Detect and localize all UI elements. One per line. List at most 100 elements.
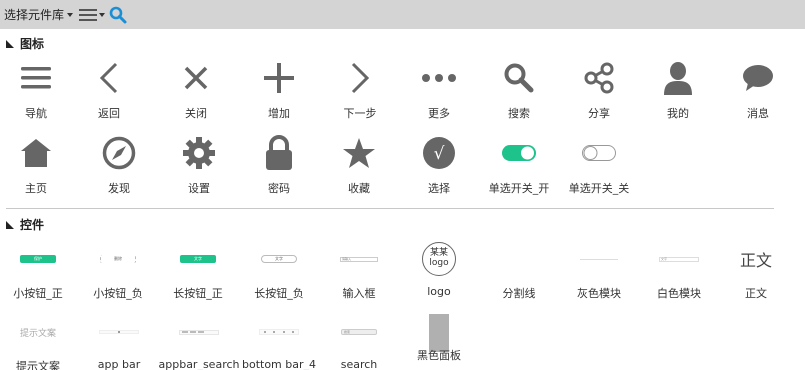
icons-section-title: 图标 bbox=[20, 37, 45, 51]
gear-icon bbox=[183, 137, 215, 169]
home-icon bbox=[21, 139, 51, 167]
library-select-label: 选择元件库 bbox=[4, 8, 65, 22]
user-icon bbox=[664, 62, 692, 95]
small-button-preview: 删除 bbox=[100, 255, 136, 263]
message-icon bbox=[743, 65, 773, 91]
control-gray-block[interactable]: 灰色模块 bbox=[559, 241, 639, 301]
control-label: 白色模块 bbox=[657, 287, 701, 300]
control-app-bar[interactable]: app bar bbox=[79, 314, 159, 370]
icon-label: 密码 bbox=[268, 182, 290, 195]
collapse-triangle-icon bbox=[6, 39, 14, 48]
close-icon bbox=[184, 66, 208, 90]
control-label: search bbox=[340, 358, 378, 370]
icon-search[interactable]: 搜索 bbox=[479, 57, 559, 121]
long-button-preview: 文字 bbox=[180, 255, 216, 263]
icon-label: 导航 bbox=[25, 107, 47, 120]
control-label: 灰色模块 bbox=[577, 287, 621, 300]
library-select[interactable]: 选择元件库 bbox=[4, 6, 74, 23]
icon-discover[interactable]: 发现 bbox=[79, 132, 159, 196]
icon-label: 关闭 bbox=[185, 107, 207, 120]
icon-next[interactable]: 下一步 bbox=[320, 57, 400, 121]
control-bottom-bar-4[interactable]: bottom bar_4 bbox=[239, 314, 319, 370]
svg-text:√: √ bbox=[434, 144, 445, 164]
control-small-button-positive[interactable]: 保护 小按钮_正 bbox=[0, 241, 78, 301]
star-icon bbox=[343, 138, 375, 168]
input-preview: 请输入 bbox=[340, 256, 378, 262]
icon-label: 更多 bbox=[428, 107, 450, 120]
icon-settings[interactable]: 设置 bbox=[159, 132, 239, 196]
icon-toggle-on[interactable]: 单选开关_开 bbox=[479, 132, 559, 196]
control-long-button-negative[interactable]: 文字 长按钮_负 bbox=[239, 241, 319, 301]
control-label: app bar bbox=[97, 358, 141, 370]
control-label: 提示文案 bbox=[16, 360, 60, 370]
long-button-preview: 文字 bbox=[261, 255, 297, 263]
control-white-block[interactable]: 文字 白色模块 bbox=[639, 241, 719, 301]
hamburger-icon bbox=[21, 67, 51, 89]
icon-toggle-off[interactable]: 单选开关_关 bbox=[559, 132, 639, 196]
icon-share[interactable]: 分享 bbox=[559, 57, 639, 121]
plus-icon bbox=[264, 63, 294, 93]
icon-nav[interactable]: 导航 bbox=[0, 57, 76, 121]
search-preview: 搜索 bbox=[341, 329, 377, 335]
hint-text-preview: 提示文案 bbox=[19, 328, 56, 339]
icons-section-header[interactable]: 图标 bbox=[6, 35, 44, 52]
icon-password[interactable]: 密码 bbox=[239, 132, 319, 196]
icon-label: 下一步 bbox=[343, 107, 377, 120]
search-button[interactable] bbox=[109, 6, 127, 24]
icon-more[interactable]: 更多 bbox=[399, 57, 479, 121]
icon-label: 搜索 bbox=[508, 107, 530, 120]
icon-label: 增加 bbox=[268, 107, 290, 120]
icon-close[interactable]: 关闭 bbox=[156, 57, 236, 121]
control-label: bottom bar_4 bbox=[241, 358, 317, 370]
control-long-button-positive[interactable]: 文字 长按钮_正 bbox=[158, 241, 238, 301]
lock-icon bbox=[266, 135, 292, 170]
control-logo[interactable]: 某某 logo logo bbox=[399, 241, 479, 298]
icon-select[interactable]: √ 选择 bbox=[399, 132, 479, 196]
control-hint-text[interactable]: 提示文案 提示文案 bbox=[0, 314, 78, 370]
bottom-bar-preview bbox=[259, 329, 299, 335]
control-label: 输入框 bbox=[342, 287, 376, 300]
control-input-box[interactable]: 请输入 输入框 bbox=[319, 241, 399, 301]
icon-message[interactable]: 消息 bbox=[718, 57, 798, 121]
control-body-text[interactable]: 正文 正文 bbox=[716, 241, 796, 301]
toggle-on-icon bbox=[502, 145, 536, 161]
control-small-button-negative[interactable]: 删除 小按钮_负 bbox=[78, 241, 158, 301]
controls-section-title: 控件 bbox=[20, 218, 45, 232]
control-divider-line[interactable]: 分割线 bbox=[479, 241, 559, 301]
compass-icon bbox=[102, 136, 136, 170]
icon-label: 收藏 bbox=[348, 182, 370, 195]
icon-home[interactable]: 主页 bbox=[0, 132, 76, 196]
icon-label: 我的 bbox=[667, 107, 689, 120]
app-bar-preview bbox=[99, 330, 139, 334]
chevron-down-icon bbox=[99, 12, 106, 17]
icon-label: 返回 bbox=[98, 107, 120, 120]
toggle-off-icon bbox=[582, 145, 616, 161]
controls-section-header[interactable]: 控件 bbox=[6, 216, 44, 233]
logo-line-2: logo bbox=[429, 258, 449, 268]
icon-add[interactable]: 增加 bbox=[239, 57, 319, 121]
icon-label: 单选开关_关 bbox=[568, 182, 630, 195]
body-text-preview: 正文 bbox=[739, 251, 772, 270]
control-black-panel[interactable]: 黑色面板 bbox=[399, 314, 479, 363]
icon-back[interactable]: 返回 bbox=[69, 57, 149, 121]
menu-button[interactable] bbox=[79, 8, 106, 22]
icon-user[interactable]: 我的 bbox=[638, 57, 718, 121]
check-circle-icon: √ bbox=[423, 137, 455, 169]
chevron-right-icon bbox=[351, 62, 370, 94]
chevron-down-icon bbox=[67, 12, 74, 17]
gray-block-preview bbox=[580, 258, 618, 260]
icon-label: 单选开关_开 bbox=[488, 182, 550, 195]
icon-label: 发现 bbox=[108, 182, 130, 195]
control-label: 长按钮_正 bbox=[173, 287, 223, 300]
control-label: 分割线 bbox=[502, 287, 536, 300]
icon-label: 选择 bbox=[428, 182, 450, 195]
icon-label: 主页 bbox=[25, 182, 47, 195]
control-label: appbar_search bbox=[158, 358, 240, 370]
toolbar: 选择元件库 bbox=[0, 0, 805, 29]
logo-preview: 某某 logo bbox=[422, 242, 456, 276]
collapse-triangle-icon bbox=[6, 220, 14, 229]
control-search[interactable]: 搜索 search bbox=[319, 314, 399, 370]
white-block-preview: 文字 bbox=[659, 256, 699, 262]
control-appbar-search[interactable]: appbar_search bbox=[158, 314, 240, 370]
icon-favorite[interactable]: 收藏 bbox=[319, 132, 399, 196]
